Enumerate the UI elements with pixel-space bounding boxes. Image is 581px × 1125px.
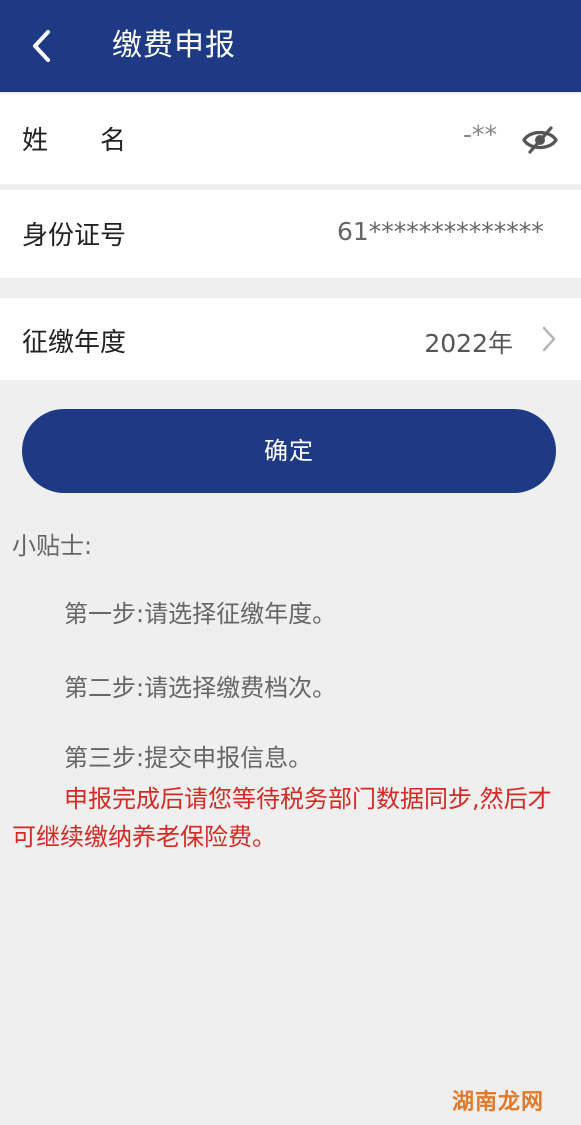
watermark: 湖南龙网 bbox=[452, 1090, 545, 1115]
tips-title: 小贴士: bbox=[12, 532, 93, 560]
year-selector[interactable]: 征缴年度 2022年 bbox=[0, 298, 581, 380]
id-number-row: 身份证号 61************** bbox=[0, 190, 581, 278]
year-label: 征缴年度 bbox=[22, 328, 127, 358]
id-number-value: 61************** bbox=[337, 217, 544, 246]
name-row: 姓名 -** bbox=[0, 94, 581, 184]
year-value: 2022年 bbox=[424, 329, 513, 358]
eye-off-icon bbox=[522, 126, 558, 154]
name-value: -** bbox=[462, 120, 497, 149]
chevron-right-icon bbox=[542, 326, 556, 352]
name-label-first: 姓 bbox=[22, 126, 49, 156]
app-header: 缴费申报 bbox=[0, 0, 581, 92]
tip-step-1: 第一步:请选择征缴年度。 bbox=[64, 600, 337, 628]
page-title: 缴费申报 bbox=[112, 28, 236, 63]
toggle-visibility-button[interactable] bbox=[520, 120, 560, 160]
id-number-label: 身份证号 bbox=[22, 221, 127, 251]
tip-step-3: 第三步:提交申报信息。 bbox=[64, 744, 313, 772]
tip-step-2: 第二步:请选择缴费档次。 bbox=[64, 674, 337, 702]
back-button[interactable] bbox=[26, 26, 62, 66]
notice-text: 申报完成后请您等待税务部门数据同步,然后才可继续缴纳养老保险费。 bbox=[12, 785, 552, 851]
name-label: 姓名 bbox=[22, 120, 126, 157]
confirm-button[interactable]: 确定 bbox=[22, 409, 556, 493]
chevron-left-icon bbox=[33, 30, 50, 62]
name-label-second: 名 bbox=[100, 126, 127, 156]
